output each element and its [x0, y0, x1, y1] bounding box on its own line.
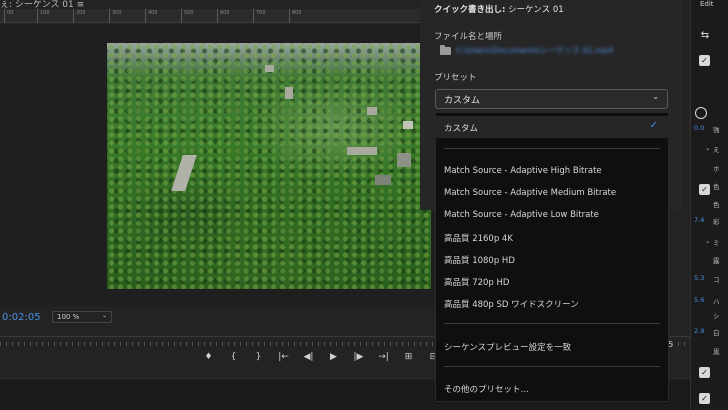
ruler-tick: 600: [217, 9, 230, 23]
filename-location-link[interactable]: C:\Users\Documents\シーケンス 01.mp4: [456, 45, 656, 55]
preset-select-value: カスタム: [444, 96, 481, 106]
ruin-shape: [171, 155, 197, 191]
monitor-ruler: 00 100 200 300 400 500 600 700 800: [0, 9, 420, 23]
step-back-button[interactable]: ◀|: [296, 352, 321, 368]
ruin-shape: [265, 65, 274, 72]
preset-option-1080p[interactable]: 高品質 1080p HD: [444, 254, 515, 266]
parameter-label: 彩: [713, 218, 720, 226]
ruler-tick: 100: [37, 9, 50, 23]
parameter-label: 強: [713, 126, 720, 134]
preset-option-label: カスタム: [444, 124, 479, 134]
parameter-label: 黒: [713, 348, 720, 356]
insert-button[interactable]: ⊞: [396, 352, 421, 368]
preset-option-480p[interactable]: 高品質 480p SD ワイドスクリーン: [444, 298, 579, 310]
chevron-down-icon: ⌄: [101, 312, 107, 319]
checkbox[interactable]: ✓: [699, 55, 710, 66]
ruin-shape: [367, 107, 377, 115]
go-to-in-button[interactable]: |←: [271, 352, 296, 368]
mark-out-button[interactable]: }: [246, 352, 271, 368]
checkmark-icon: ✓: [649, 120, 658, 131]
ruler-tick: 800: [289, 9, 302, 23]
checkbox[interactable]: ✓: [699, 367, 710, 378]
expand-chevron-icon[interactable]: ⌄: [705, 144, 710, 152]
ruin-shape: [397, 153, 411, 167]
ruin-shape: [285, 87, 293, 99]
ruin-shape: [375, 175, 391, 185]
parameter-value[interactable]: 2.9: [694, 327, 704, 335]
parameter-label: ミ: [713, 239, 720, 247]
parameter-label: ホ: [713, 165, 720, 173]
color-wheel-icon[interactable]: [695, 107, 707, 119]
preset-dropdown-list: カスタム ✓ Match Source - Adaptive High Bitr…: [435, 112, 669, 402]
preset-select[interactable]: カスタム ⌄: [435, 89, 668, 109]
video-frame[interactable]: [107, 43, 431, 289]
preset-label: プリセット: [434, 73, 477, 83]
parameter-label: 色: [713, 201, 720, 209]
preset-option-adaptive-medium[interactable]: Match Source - Adaptive Medium Bitrate: [444, 188, 616, 198]
divider: [444, 148, 660, 149]
channel-toggle-icon[interactable]: ⇆: [699, 30, 711, 42]
divider: [444, 323, 660, 324]
parameter-label: シ: [713, 312, 720, 320]
preset-option-720p[interactable]: 高品質 720p HD: [444, 276, 509, 288]
expand-chevron-icon[interactable]: ⌄: [705, 237, 710, 245]
parameter-label: え: [713, 146, 720, 154]
filename-location-label: ファイル名と場所: [434, 32, 503, 42]
ruin-shape: [403, 121, 413, 129]
parameter-value[interactable]: 0.0: [694, 124, 704, 132]
step-forward-button[interactable]: |▶: [346, 352, 371, 368]
quick-export-title-sequence: シーケンス 01: [505, 5, 564, 15]
zoom-level-select[interactable]: 100 % ⌄: [52, 311, 112, 323]
play-button[interactable]: ▶: [321, 352, 346, 368]
ruler-tick: 300: [109, 9, 122, 23]
parameter-label: ハ: [713, 298, 720, 306]
zoom-level-value: 100 %: [57, 313, 80, 321]
preset-option-match-sequence-preview[interactable]: シーケンスプレビュー設定を一致: [444, 341, 571, 353]
go-to-out-button[interactable]: →|: [371, 352, 396, 368]
chevron-down-icon: ⌄: [652, 92, 659, 101]
parameter-label: コ: [713, 276, 720, 284]
preset-option-2160p[interactable]: 高品質 2160p 4K: [444, 232, 513, 244]
quick-export-title-bold: クイック書き出し:: [434, 5, 506, 15]
tab-edit[interactable]: Edit: [700, 0, 714, 8]
parameter-value[interactable]: 5.6: [694, 296, 704, 304]
playhead-timecode[interactable]: 0:02:05: [2, 312, 41, 323]
folder-icon[interactable]: [440, 45, 451, 55]
mark-in-button[interactable]: {: [221, 352, 246, 368]
parameter-value[interactable]: 7.4: [694, 216, 704, 224]
essential-panel: Edit ⇆ ✓ ✓ ✓ ✓ 0.0 7.4 5.3 5.6 2.9 強 ⌄ え…: [690, 0, 728, 410]
preset-option-adaptive-high[interactable]: Match Source - Adaptive High Bitrate: [444, 166, 602, 176]
checkbox[interactable]: ✓: [699, 393, 710, 404]
transport-controls: ♦ { } |← ◀| ▶ |▶ →| ⊞ ⊟: [196, 352, 446, 368]
checkbox[interactable]: ✓: [699, 184, 710, 195]
ruler-tick: 00: [4, 9, 13, 23]
parameter-value[interactable]: 5.3: [694, 274, 704, 282]
ruler-tick: 400: [145, 9, 158, 23]
preset-option-more-presets[interactable]: その他のプリセット…: [444, 383, 529, 395]
ruler-tick: 700: [253, 9, 266, 23]
preset-option-custom[interactable]: カスタム ✓: [436, 116, 668, 138]
add-marker-button[interactable]: ♦: [196, 352, 221, 368]
divider: [444, 366, 660, 367]
quick-export-title: クイック書き出し: シーケンス 01: [434, 3, 564, 15]
parameter-label: 白: [713, 329, 720, 337]
ruler-tick: 200: [73, 9, 86, 23]
preset-option-adaptive-low[interactable]: Match Source - Adaptive Low Bitrate: [444, 210, 599, 220]
ruler-tick: 500: [181, 9, 194, 23]
parameter-label: 色: [713, 183, 720, 191]
parameter-label: 露: [713, 257, 720, 265]
ruin-shape: [347, 147, 377, 155]
